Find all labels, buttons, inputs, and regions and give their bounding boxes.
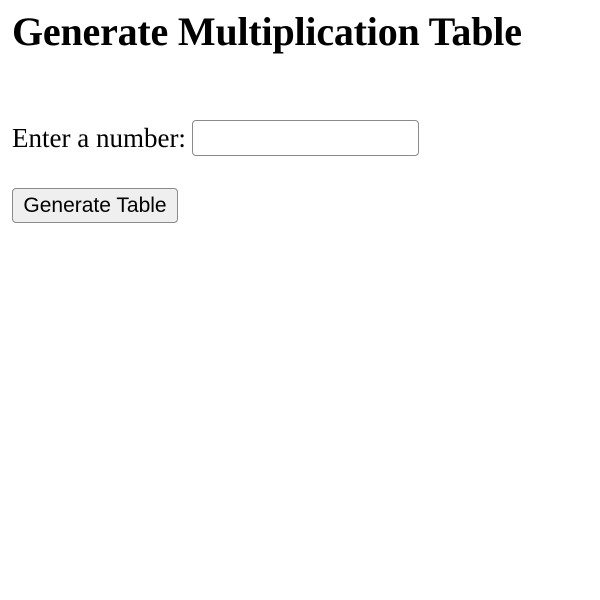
number-label: Enter a number: (12, 123, 186, 153)
number-input[interactable] (191, 120, 419, 156)
page-title: Generate Multiplication Table (12, 9, 522, 54)
page: Generate Multiplication Table Enter a nu… (0, 0, 600, 600)
generate-table-button[interactable]: Generate Table (12, 188, 178, 223)
number-form-row: Enter a number: (12, 120, 419, 156)
